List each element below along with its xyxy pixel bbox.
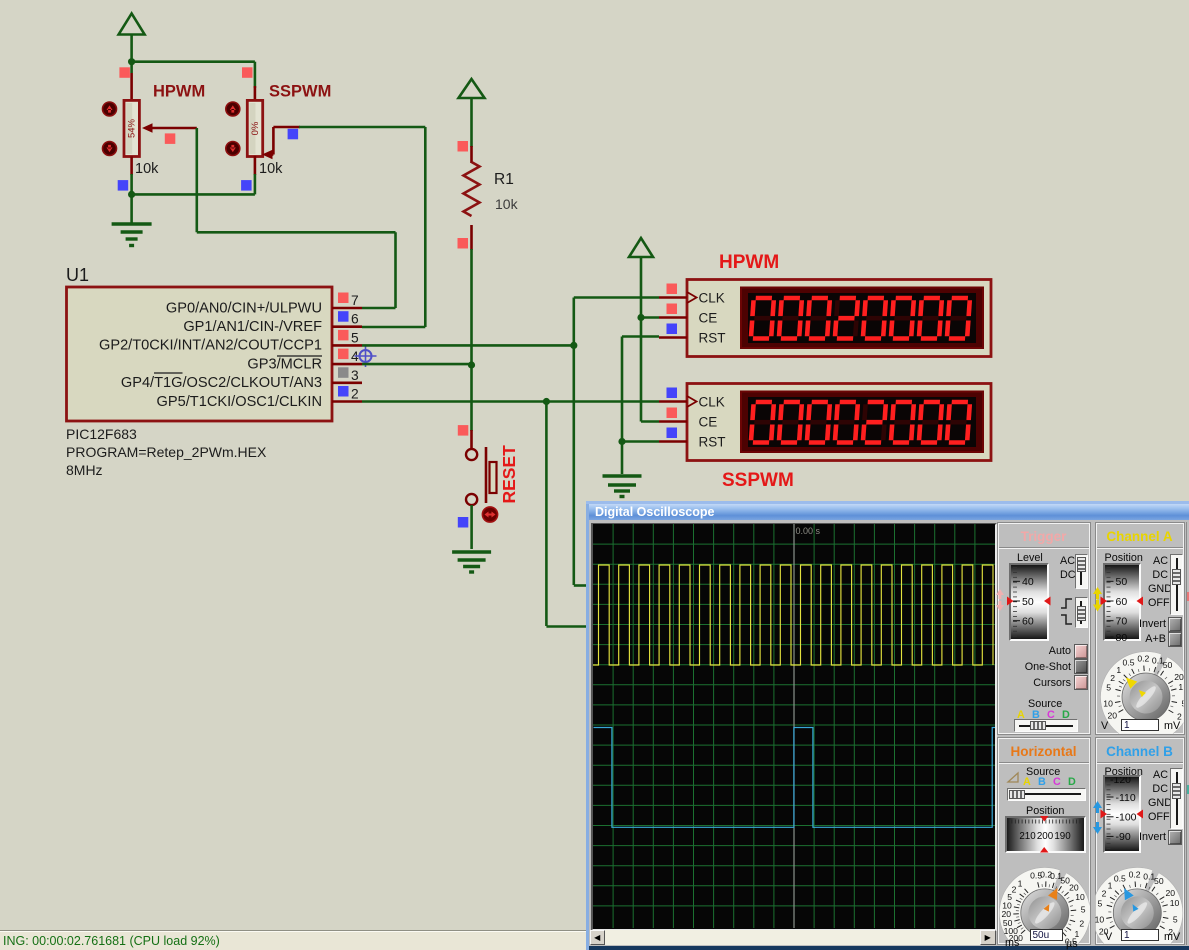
svg-text:GP3/MCLR: GP3/MCLR [247,356,322,372]
svg-text:RST: RST [699,331,726,346]
svg-text:GP2/T0CKI/INT/AN2/COUT/CCP1: GP2/T0CKI/INT/AN2/COUT/CCP1 [99,338,322,354]
svg-text:0.00 s: 0.00 s [795,526,820,536]
svg-text:6: 6 [351,312,359,327]
svg-text:PROGRAM=Retep_2PWm.HEX: PROGRAM=Retep_2PWm.HEX [66,444,267,460]
svg-text:GP4/T1G/OSC2/CLKOUT/AN3: GP4/T1G/OSC2/CLKOUT/AN3 [121,375,322,391]
svg-text:R1: R1 [494,171,514,188]
svg-text:3: 3 [351,368,359,383]
svg-text:GP1/AN1/CIN-/VREF: GP1/AN1/CIN-/VREF [183,319,322,335]
svg-text:CE: CE [699,311,718,326]
svg-text:CLK: CLK [699,291,725,306]
svg-text:CLK: CLK [699,395,725,410]
svg-text:RESET: RESET [499,445,519,504]
svg-text:CE: CE [699,415,718,430]
svg-text:2: 2 [351,387,359,402]
svg-text:RST: RST [699,435,726,450]
svg-text:54%: 54% [127,118,138,138]
svg-text:GP0/AN0/CIN+/ULPWU: GP0/AN0/CIN+/ULPWU [166,300,322,316]
svg-text:PIC12F683: PIC12F683 [66,426,137,442]
svg-text:0%: 0% [250,121,261,135]
svg-text:GP5/T1CKI/OSC1/CLKIN: GP5/T1CKI/OSC1/CLKIN [157,394,322,410]
svg-text:SSPWM: SSPWM [269,83,331,101]
svg-text:8MHz: 8MHz [66,462,103,478]
svg-text:10k: 10k [135,161,159,177]
svg-text:5: 5 [351,330,359,345]
svg-text:10k: 10k [495,196,519,212]
svg-text:7: 7 [351,293,359,308]
svg-text:HPWM: HPWM [719,252,779,273]
svg-text:HPWM: HPWM [153,83,205,101]
svg-text:10k: 10k [259,161,283,177]
svg-text:U1: U1 [66,265,89,285]
svg-text:SSPWM: SSPWM [722,470,794,491]
